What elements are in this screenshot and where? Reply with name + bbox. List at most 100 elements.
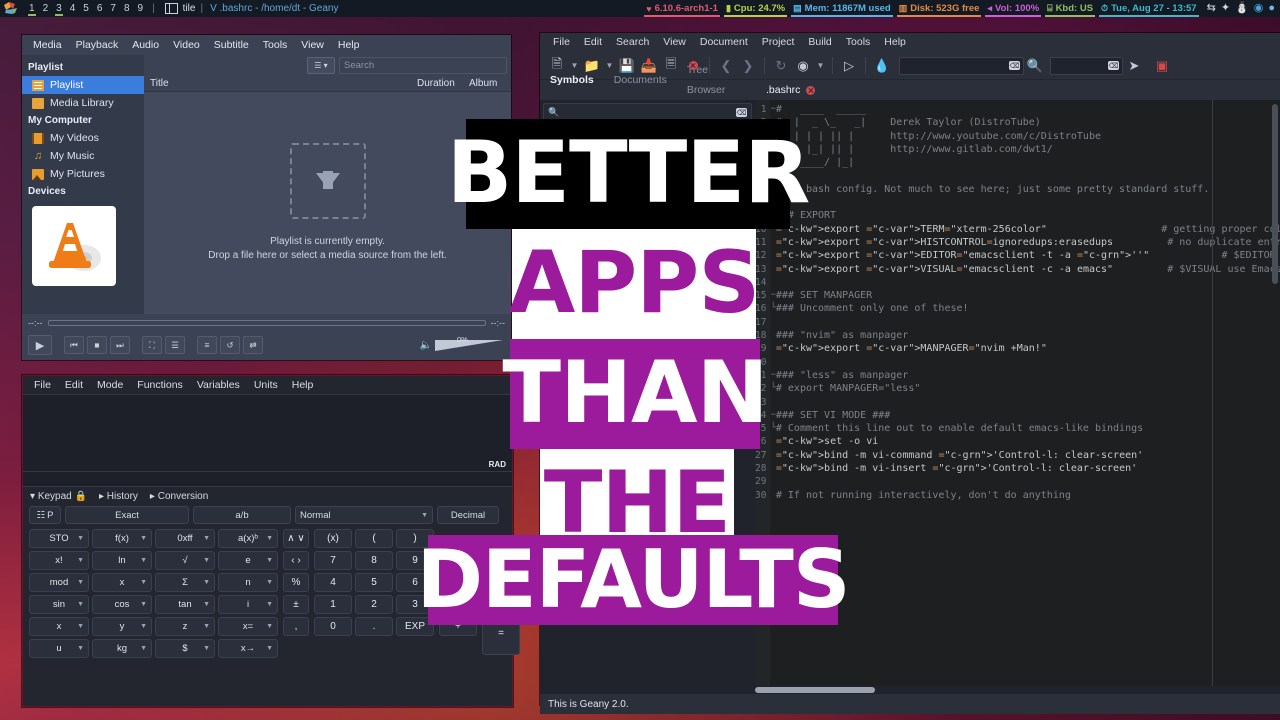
rebuild-icon[interactable]: ↻ — [770, 55, 792, 77]
qalculate-panel-tabs[interactable]: ▾ Keypad 🔒 ▸ History ▸ Conversion — [23, 487, 512, 505]
column-title[interactable]: Title — [144, 78, 417, 89]
code-text[interactable]: # ____ _____ # | _ \_ _| Derek Taylor (Di… — [776, 100, 1280, 686]
key-unit-u[interactable]: u ▼ — [29, 639, 89, 658]
key-var-y[interactable]: y ▼ — [92, 617, 152, 636]
key-x[interactable]: x ▼ — [92, 573, 152, 592]
key-fx[interactable]: f(x) ▼ — [92, 529, 152, 548]
document-tab-bashrc[interactable]: .bashrc — [756, 80, 825, 100]
key-n[interactable]: n ▼ — [218, 573, 278, 592]
key-paren-open[interactable]: ( — [355, 529, 393, 548]
function-key-grid[interactable]: STO ▼ f(x) ▼ 0xff ▼ a(x)ᵇ ▼ x! ▼ ln ▼ √ ▼ e ▼ mo… — [29, 529, 278, 658]
status-volume[interactable]: ◂ Vol: 100% — [983, 0, 1043, 17]
number-format-select[interactable]: Normal ▼ — [295, 506, 433, 524]
clear-icon[interactable]: ⌫ — [1108, 61, 1119, 70]
key-sigma[interactable]: Σ ▼ — [155, 573, 215, 592]
tab-symbols[interactable]: Symbols — [540, 70, 604, 90]
geany-menu-file[interactable]: File — [546, 33, 577, 52]
view-mode-button[interactable]: ☰ ▾ — [307, 56, 335, 74]
geany-menu-project[interactable]: Project — [755, 33, 802, 52]
layout-icon[interactable] — [164, 3, 178, 14]
volume-slider[interactable]: 0% — [435, 335, 505, 352]
vlc-controls[interactable]: ▶ ⏮ ■ ⏭ ⛶ ☰ ≡ ↺ ⇄ 🔈 0% — [22, 332, 511, 358]
shuffle-button[interactable]: ⇄ — [243, 336, 263, 354]
key-decimal-point[interactable]: . — [355, 617, 393, 636]
key-plusminus[interactable]: ± — [283, 595, 309, 614]
workspace-6[interactable]: 6 — [93, 0, 107, 17]
geany-menu-view[interactable]: View — [656, 33, 693, 52]
fullscreen-button[interactable]: ⛶ — [142, 336, 162, 354]
key-cos[interactable]: cos ▼ — [92, 595, 152, 614]
play-button[interactable]: ▶ — [28, 335, 52, 355]
qalculate-expression-input[interactable] — [23, 472, 512, 487]
seek-slider[interactable] — [47, 320, 486, 326]
key-paren-x[interactable]: (x) — [314, 529, 352, 548]
key-percent[interactable]: % — [283, 573, 309, 592]
key-factorial[interactable]: x! ▼ — [29, 551, 89, 570]
previous-button[interactable]: ⏮ — [64, 336, 84, 354]
qalc-menu-file[interactable]: File — [27, 376, 58, 394]
workspace-8[interactable]: 8 — [120, 0, 134, 17]
qalculate-option-row[interactable]: ☷ P Exact a/b Normal ▼ Decimal — [23, 505, 512, 525]
vlc-menu-video[interactable]: Video — [166, 35, 207, 55]
key-0[interactable]: 0 — [314, 617, 352, 636]
workspace-7[interactable]: 7 — [106, 0, 120, 17]
vlc-menu-audio[interactable]: Audio — [125, 35, 166, 55]
clear-icon[interactable]: ⌫ — [1009, 61, 1020, 70]
build-icon[interactable]: ◉ — [792, 55, 814, 77]
workspace-5[interactable]: 5 — [79, 0, 93, 17]
status-disk[interactable]: ▥ Disk: 523G free — [895, 0, 984, 17]
precision-button[interactable]: ☷ P — [29, 506, 61, 524]
key-tan[interactable]: tan ▼ — [155, 595, 215, 614]
decimal-base-button[interactable]: Decimal — [437, 506, 499, 524]
workspace-4[interactable]: 4 — [66, 0, 80, 17]
bluetooth-icon[interactable]: ✦ — [1221, 3, 1230, 14]
vlc-menu-media[interactable]: Media — [26, 35, 69, 55]
key-power[interactable]: a(x)ᵇ ▼ — [218, 529, 278, 548]
extended-settings-button[interactable]: ☰ — [165, 336, 185, 354]
browser-icon[interactable]: ◉ — [1254, 3, 1264, 14]
sidebar-item-my-pictures[interactable]: My Pictures — [22, 165, 144, 183]
vlc-playlist-columns[interactable]: Title Duration Album — [144, 75, 511, 92]
editor-vertical-scrollbar[interactable] — [1272, 104, 1278, 284]
status-cpu[interactable]: ▮ Cpu: 24.7% — [722, 0, 789, 17]
tab-history[interactable]: ▸ History — [99, 491, 138, 502]
column-duration[interactable]: Duration — [417, 78, 469, 89]
tab-keypad[interactable]: ▾ Keypad 🔒 — [30, 491, 87, 502]
qalc-menu-edit[interactable]: Edit — [58, 376, 90, 394]
qalc-menu-help[interactable]: Help — [285, 376, 321, 394]
layout-label[interactable]: tile — [183, 3, 196, 14]
key-sin[interactable]: sin ▼ — [29, 595, 89, 614]
geany-menu-edit[interactable]: Edit — [577, 33, 609, 52]
sidebar-item-media-library[interactable]: Media Library — [22, 94, 144, 112]
search-field-input[interactable]: ⌫ — [899, 56, 1024, 75]
mute-icon[interactable]: 🔈 — [420, 340, 432, 351]
workspace-2[interactable]: 2 — [39, 0, 53, 17]
key-left-right[interactable]: ‹ › — [283, 551, 309, 570]
close-icon[interactable] — [806, 85, 816, 95]
status-bar[interactable]: 1 2 3 4 5 6 7 8 9 | tile | V .bashrc - /… — [0, 0, 1280, 17]
key-var-x[interactable]: x ▼ — [29, 617, 89, 636]
status-clock[interactable]: ⏱ Tue, Aug 27 - 13:57 — [1097, 0, 1201, 17]
key-e[interactable]: e ▼ — [218, 551, 278, 570]
editor-horizontal-scrollbar[interactable] — [540, 686, 1280, 694]
vlc-search-input[interactable]: Search — [339, 56, 507, 74]
vlc-device-thumbnail[interactable] — [32, 206, 116, 286]
geany-menu-help[interactable]: Help — [877, 33, 913, 52]
tab-documents[interactable]: Documents — [604, 70, 677, 90]
qalc-menu-variables[interactable]: Variables — [190, 376, 247, 394]
goto-line-input[interactable]: ⌫ — [1050, 56, 1123, 75]
key-imaginary[interactable]: i ▼ — [218, 595, 278, 614]
clear-icon[interactable]: ⌫ — [736, 108, 747, 117]
vlc-menu-tools[interactable]: Tools — [256, 35, 295, 55]
key-4[interactable]: 4 — [314, 573, 352, 592]
next-button[interactable]: ⏭ — [110, 336, 130, 354]
stop-button[interactable]: ■ — [87, 336, 107, 354]
key-comma[interactable]: , — [283, 617, 309, 636]
vlc-window[interactable]: Media Playback Audio Video Subtitle Tool… — [22, 35, 511, 360]
user-icon[interactable]: ● — [1268, 3, 1275, 14]
terminal-toggle-icon[interactable]: ▣ — [1151, 55, 1173, 77]
vlc-menu-help[interactable]: Help — [331, 35, 367, 55]
qalculate-menubar[interactable]: File Edit Mode Functions Variables Units… — [23, 376, 512, 394]
key-var-z[interactable]: z ▼ — [155, 617, 215, 636]
status-memory[interactable]: ▤ Mem: 11867M used — [789, 0, 895, 17]
